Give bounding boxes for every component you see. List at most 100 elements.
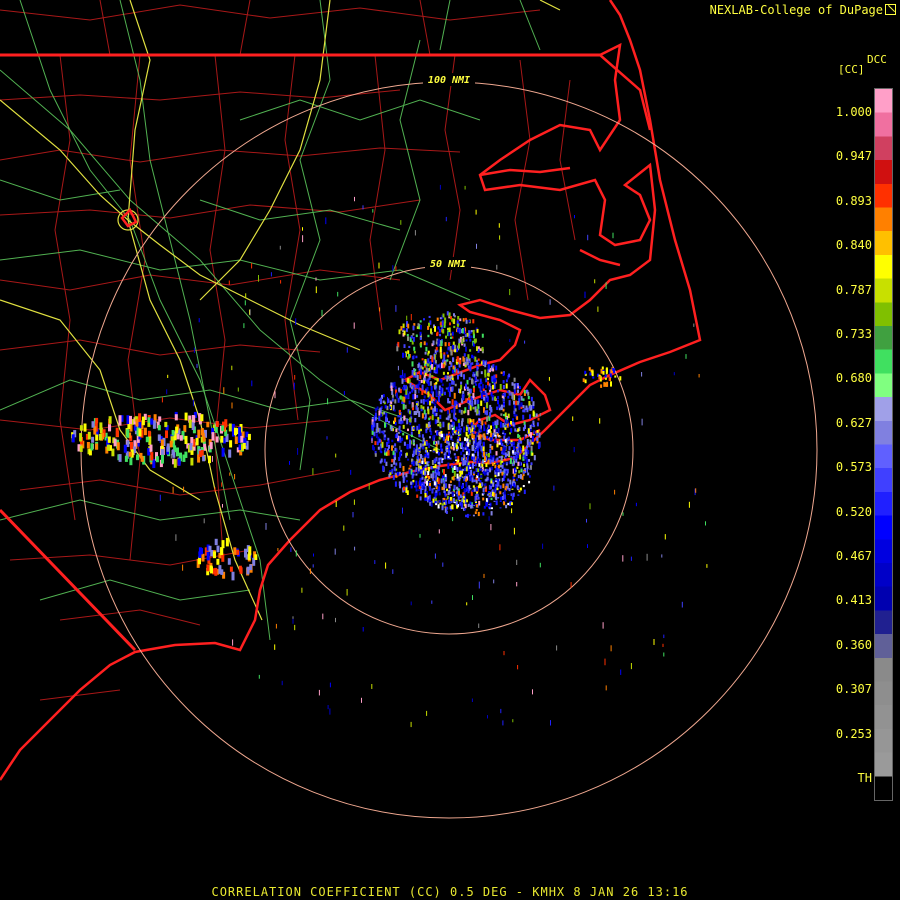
radar-echo-pixel [214, 487, 216, 492]
radar-echo-pixel [435, 447, 438, 452]
radar-echo-pixel [408, 379, 411, 384]
radar-echo-pixel [457, 429, 460, 432]
radar-echo-pixel [473, 338, 476, 344]
radar-echo-pixel [313, 553, 314, 557]
radar-echo-pixel [496, 444, 499, 448]
radar-echo-pixel [436, 430, 439, 436]
radar-echo-pixel [434, 385, 436, 390]
radar-echo-pixel [394, 399, 397, 404]
radar-echo-pixel [465, 319, 468, 324]
radar-echo-pixel [594, 279, 596, 284]
color-scale-tick: 0.840 [835, 238, 872, 253]
radar-echo-pixel [443, 453, 446, 456]
radar-echo-pixel [531, 452, 534, 456]
radar-echo-pixel [200, 414, 204, 422]
radar-echo-pixel [419, 443, 422, 447]
radar-echo-pixel [430, 473, 433, 479]
radar-echo-pixel [444, 391, 446, 396]
radar-echo-pixel [486, 433, 489, 435]
radar-echo-pixel [499, 465, 502, 468]
radar-echo-pixel [405, 435, 408, 440]
radar-echo-pixel [424, 493, 427, 498]
radar-echo-pixel [453, 318, 456, 325]
radar-echo-pixel [439, 333, 441, 337]
radar-echo-pixel [507, 395, 510, 399]
radar-echo-pixel [473, 456, 476, 460]
radar-echo-pixel [480, 393, 483, 399]
radar-echo-pixel [443, 433, 445, 437]
radar-echo-pixel [427, 358, 430, 363]
radar-echo-pixel [115, 427, 119, 437]
radar-echo-pixel [485, 385, 488, 389]
radar-echo-pixel [495, 374, 498, 378]
radar-echo-pixel [501, 471, 504, 476]
radar-echo-pixel [435, 412, 438, 417]
color-scale-tick: 0.733 [835, 327, 872, 341]
radar-echo-pixel [435, 390, 438, 397]
radar-echo-pixel [536, 437, 539, 441]
radar-echo-pixel [415, 473, 418, 476]
radar-echo-pixel [477, 403, 480, 409]
radar-echo-pixel [588, 367, 591, 371]
radar-echo-pixel [572, 416, 574, 421]
radar-echo-pixel [229, 566, 233, 572]
radar-echo-pixel [450, 447, 453, 450]
radar-echo-pixel [531, 442, 534, 445]
radar-echo-pixel [620, 669, 622, 675]
radar-echo-pixel [454, 367, 456, 373]
radar-echo-pixel [403, 379, 406, 382]
radar-echo-pixel [487, 381, 490, 386]
radar-echo-pixel [502, 423, 505, 428]
radar-echo-pixel [372, 209, 374, 213]
radar-echo-pixel [542, 543, 544, 549]
radar-echo-pixel [280, 280, 282, 284]
radar-echo-pixel [424, 470, 427, 476]
radar-echo-pixel [302, 227, 303, 231]
radar-echo-pixel [431, 414, 434, 421]
radar-echo-pixel [231, 402, 233, 409]
radar-echo-pixel [473, 479, 476, 483]
radar-echo-pixel [202, 455, 206, 462]
radar-echo-pixel [693, 323, 695, 327]
radar-echo-pixel [492, 364, 495, 368]
external-link-icon [885, 4, 896, 15]
radar-echo-pixel [435, 490, 438, 493]
radar-echo-pixel [378, 439, 381, 443]
radar-echo-pixel [509, 338, 511, 343]
radar-echo-pixel [661, 554, 663, 558]
radar-echo-pixel [106, 444, 110, 451]
radar-echo-pixel [118, 454, 122, 462]
radar-echo-pixel [435, 369, 438, 372]
radar-echo-pixel [483, 433, 486, 436]
radar-echo-pixel [481, 420, 484, 426]
radar-echo-pixel [416, 485, 419, 488]
radar-echo-pixel [329, 708, 331, 715]
radar-echo-pixel [474, 356, 477, 362]
radar-echo-pixel [458, 343, 460, 349]
radar-echo-pixel [380, 450, 383, 454]
radar-echo-pixel [518, 470, 521, 474]
radar-echo-pixel [425, 447, 428, 450]
radar-echo-pixel [530, 396, 533, 402]
radar-echo-pixel [435, 469, 438, 473]
radar-echo-pixel [400, 220, 402, 225]
radar-echo-pixel [516, 416, 519, 420]
radar-echo-pixel [466, 602, 468, 606]
radar-echo-pixel [695, 488, 697, 493]
radar-echo-pixel [523, 421, 526, 426]
radar-echo-pixel [479, 483, 482, 488]
radar-echo-pixel [335, 453, 337, 458]
radar-echo-pixel [477, 496, 480, 500]
radar-echo-pixel [507, 502, 510, 506]
radar-echo-pixel [419, 331, 422, 336]
radar-echo-pixel [377, 446, 380, 450]
radar-echo-pixel [490, 436, 493, 441]
radar-echo-pixel [176, 447, 179, 457]
radar-echo-pixel [385, 562, 387, 569]
radar-echo-pixel [502, 399, 505, 402]
radar-echo-pixel [444, 501, 447, 504]
radar-echo-pixel [522, 485, 525, 488]
radar-echo-pixel [415, 450, 417, 455]
radar-echo-pixel [456, 438, 459, 443]
radar-echo-pixel [427, 334, 430, 338]
